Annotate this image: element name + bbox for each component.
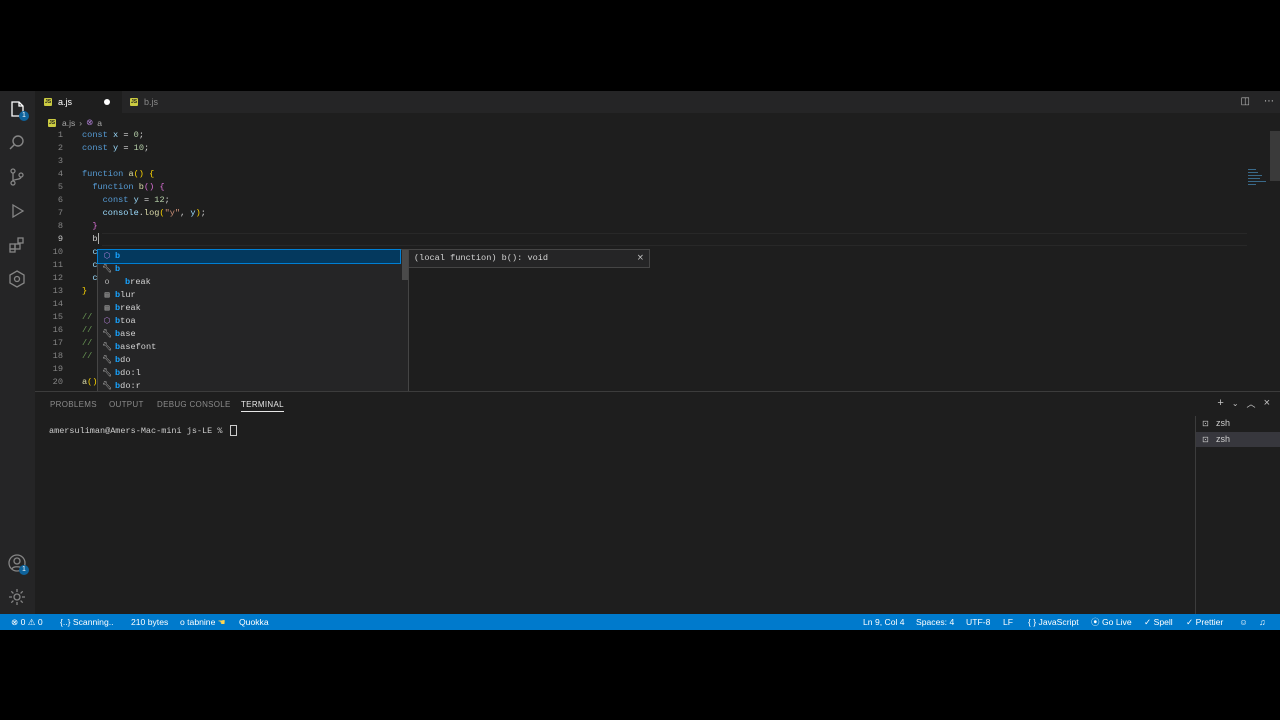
keyword-icon: ▤ xyxy=(104,291,110,300)
more-actions-icon[interactable]: ⋯ xyxy=(1264,96,1274,107)
tab-output[interactable]: OUTPUT xyxy=(109,400,144,409)
js-file-icon: JS xyxy=(48,118,56,127)
status-bar: ⊗ 0 ⚠ 0 {..} Scanning.. 210 bytes o tabn… xyxy=(0,614,1280,630)
quokka-status[interactable]: Quokka xyxy=(239,614,269,630)
tab-a-js[interactable]: JS a.js xyxy=(35,91,122,113)
editor-actions: ◫ ⋯ xyxy=(1241,96,1274,107)
explorer-icon[interactable]: 1 xyxy=(7,99,29,121)
js-file-icon: JS xyxy=(44,98,52,106)
js-file-icon: JS xyxy=(130,98,138,106)
terminal-cursor xyxy=(229,425,237,436)
tab-terminal[interactable]: TERMINAL xyxy=(241,400,284,412)
quokka-icon[interactable] xyxy=(7,269,27,289)
prettier-status[interactable]: ✓ Prettier xyxy=(1186,614,1223,630)
current-line-highlight xyxy=(102,233,1247,246)
activity-bar: 1 1 xyxy=(0,91,35,614)
add-terminal-icon[interactable]: + xyxy=(1217,397,1223,411)
terminal-icon: ⊡ xyxy=(1202,419,1209,428)
chevron-down-icon[interactable]: ⌄ xyxy=(1232,397,1239,411)
bell-icon[interactable]: ♫ xyxy=(1259,614,1265,630)
suggestion-item[interactable]: ⬡ b xyxy=(97,249,401,264)
suggestion-item[interactable]: ▤ blur xyxy=(98,289,400,302)
cube-icon: ⬡ xyxy=(103,252,111,261)
wrench-icon: 🔧︎ xyxy=(102,356,113,365)
wrench-icon: 🔧︎ xyxy=(102,369,113,378)
breadcrumb: JS a.js › ⊗ a xyxy=(48,117,102,128)
terminal-list: ⊡ zsh ⊡ zsh xyxy=(1195,416,1280,615)
suggestion-item[interactable]: 🔧︎ bdo:l xyxy=(98,367,400,380)
problems-status[interactable]: ⊗ 0 ⚠ 0 xyxy=(11,614,43,630)
terminal-icon: ⊡ xyxy=(1202,435,1209,444)
chevron-right-icon: › xyxy=(79,117,83,128)
close-icon[interactable]: × xyxy=(637,250,644,267)
terminal-output[interactable]: amersuliman@Amers-Mac-mini js-LE % xyxy=(49,425,237,436)
tab-label: b.js xyxy=(144,97,159,107)
encoding-status[interactable]: UTF-8 xyxy=(966,614,990,630)
terminal-item[interactable]: ⊡ zsh xyxy=(1196,432,1280,447)
suggestion-item[interactable]: 🔧︎ basefont xyxy=(98,341,400,354)
tab-problems[interactable]: PROBLEMS xyxy=(50,400,97,409)
suggestion-details: (local function) b(): void × xyxy=(408,249,650,268)
source-control-icon[interactable] xyxy=(7,167,27,187)
suggestion-item[interactable]: 🔧︎ bdo xyxy=(98,354,400,367)
cursor-position[interactable]: Ln 9, Col 4 xyxy=(863,614,905,630)
function-symbol-icon: ⊗ xyxy=(86,117,94,127)
editor-tabs: JS a.js JS b.js ◫ ⋯ xyxy=(35,91,1280,113)
wrench-icon: 🔧︎ xyxy=(102,343,113,352)
gear-icon[interactable] xyxy=(7,587,27,607)
file-size-status: 210 bytes xyxy=(131,617,169,627)
breadcrumb-symbol[interactable]: a xyxy=(97,118,102,128)
wrench-icon: 🔧︎ xyxy=(102,265,113,274)
suggestion-item[interactable]: o break xyxy=(98,276,400,289)
tabnine-icon: o xyxy=(104,278,110,287)
run-debug-icon[interactable] xyxy=(7,201,27,221)
cube-icon: ⬡ xyxy=(103,317,111,326)
go-live-button[interactable]: ⦿ Go Live xyxy=(1091,614,1132,630)
tab-debug-console[interactable]: DEBUG CONSOLE xyxy=(157,400,231,409)
close-panel-icon[interactable]: × xyxy=(1264,397,1270,411)
spell-status[interactable]: ✓ Spell xyxy=(1144,614,1173,630)
feedback-icon[interactable]: ☺ xyxy=(1239,614,1248,630)
split-editor-icon[interactable]: ◫ xyxy=(1241,96,1250,107)
tabnine-status[interactable]: o tabnine ☚ xyxy=(180,614,225,630)
extensions-icon[interactable] xyxy=(7,235,27,255)
breadcrumb-file[interactable]: a.js xyxy=(62,118,75,128)
autocomplete-list[interactable]: ⬡ b 🔧︎ b o break ▤ blur ▤ break ⬡ btoa 🔧︎ base … xyxy=(97,249,409,405)
text-cursor xyxy=(97,233,99,245)
scanning-status[interactable]: {..} Scanning.. xyxy=(60,614,114,630)
wrench-icon: 🔧︎ xyxy=(102,330,113,339)
terminal-item[interactable]: ⊡ zsh xyxy=(1196,416,1280,431)
suggestion-item[interactable]: ⬡ btoa xyxy=(98,315,400,328)
maximize-panel-icon[interactable]: ︿ xyxy=(1247,397,1256,411)
editor-scrollbar[interactable] xyxy=(1270,131,1280,181)
panel-actions: + ⌄ ︿ × xyxy=(1217,397,1270,411)
eol-status[interactable]: LF xyxy=(1003,614,1013,630)
suggestion-item[interactable]: 🔧︎ base xyxy=(98,328,400,341)
keyword-icon: ▤ xyxy=(104,304,110,313)
tab-label: a.js xyxy=(58,97,73,107)
modified-dot-icon[interactable] xyxy=(104,99,111,105)
tab-b-js[interactable]: JS b.js xyxy=(122,91,202,113)
suggestion-item[interactable]: ▤ break xyxy=(98,302,400,315)
bottom-panel: PROBLEMS OUTPUT DEBUG CONSOLE TERMINAL +… xyxy=(35,391,1280,615)
vscode-window: 1 1 JS a.js JS b.js ◫ ⋯ JS a.js › ⊗ a 1 … xyxy=(0,91,1280,630)
indentation-status[interactable]: Spaces: 4 xyxy=(916,614,954,630)
account-icon[interactable]: 1 xyxy=(7,553,29,575)
suggestion-item[interactable]: 🔧︎ b xyxy=(98,263,400,276)
language-mode[interactable]: { } JavaScript xyxy=(1028,614,1079,630)
search-icon[interactable] xyxy=(7,133,27,153)
